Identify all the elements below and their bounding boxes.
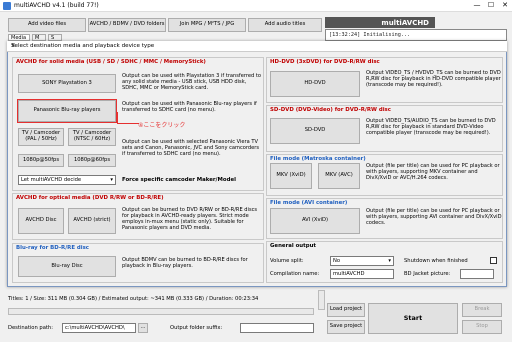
bluray-description: Output BDMV can be burned to BD-R/RE dis…	[122, 257, 248, 269]
volume-split-label: Volume split:	[270, 258, 304, 264]
ps3-description: Output can be used with Playstation 3 if…	[122, 73, 261, 91]
bd-jacket-input[interactable]	[460, 269, 494, 279]
avchd-optical-description: Output can be burned to DVD R/RW or BD-R…	[122, 207, 258, 231]
logo: multiAVCHD	[325, 17, 435, 28]
tab-media[interactable]: Media	[8, 34, 30, 41]
chevron-down-icon: ▾	[110, 177, 113, 183]
force-maker-label: Force specific camcoder Maker/Model	[122, 177, 236, 183]
chevron-down-icon: ▾	[388, 258, 391, 264]
avi-xvid-button[interactable]: AVI (XviD)	[270, 208, 360, 234]
avi-description: Output (file per title) can be used for …	[366, 208, 502, 226]
add-audio-titles-button[interactable]: Add audio titles	[248, 18, 322, 32]
destination-path-input[interactable]: c:\multiAVCHD\AVCHD\	[62, 323, 136, 333]
mkv-avc-button[interactable]: MKV (AVC)	[318, 163, 360, 189]
avchd-bdmv-dvd-folders-button[interactable]: AVCHD / BDMV / DVD folders	[88, 18, 166, 32]
panasonic-bluray-button[interactable]: Panasonic Blu-ray players	[17, 99, 117, 123]
output-folder-suffix-input[interactable]	[240, 323, 314, 333]
stop-button[interactable]: Stop	[462, 320, 502, 334]
tv-description: Output can be used with selected Panason…	[122, 139, 260, 157]
panasonic-description: Output can be used with Panasonic Blu-ra…	[122, 101, 257, 113]
break-button[interactable]: Break	[462, 303, 502, 317]
close-button[interactable]: ✕	[498, 1, 512, 9]
maker-select-value: Let multiAVCHD decide	[21, 177, 82, 183]
sddvd-title: SD-DVD (DVD-Video) for DVD-R/RW disc	[270, 107, 391, 113]
ps3-button[interactable]: SONY Playstation 3	[18, 74, 116, 93]
tv-ntsc-button[interactable]: TV / Camcoder (NTSC / 60Hz)	[68, 128, 116, 146]
destination-path-label: Destination path:	[8, 325, 53, 331]
hddvd-button[interactable]: HD-DVD	[270, 71, 360, 97]
avchd-optical-title: AVCHD for optical media (DVD R/RW or BD-…	[16, 195, 164, 201]
app-icon	[3, 2, 11, 10]
dialog-close-button[interactable]: ✕	[11, 43, 504, 49]
bluray-disc-button[interactable]: Blu-ray Disc	[18, 256, 116, 277]
avchd-solid-title: AVCHD for solid media (USB / SD / SDHC /…	[16, 59, 206, 65]
avi-title: File mode (AVI container)	[270, 200, 348, 206]
maker-select[interactable]: Let multiAVCHD decide ▾	[18, 175, 116, 185]
tab-s[interactable]: S	[48, 34, 62, 41]
output-folder-suffix-label: Output folder suffix:	[170, 325, 223, 331]
join-files-button[interactable]: Join MPG / M²TS / JPG	[168, 18, 246, 32]
tv-pal-button[interactable]: TV / Camcoder (PAL / 50Hz)	[18, 128, 64, 146]
start-button[interactable]: Start	[368, 303, 458, 334]
1080p60-button[interactable]: 1080p@60fps	[68, 154, 116, 167]
matroska-title: File mode (Matroska container)	[270, 156, 366, 162]
volume-split-value: No	[333, 258, 341, 264]
compilation-name-input[interactable]: multiAVCHD	[330, 269, 394, 279]
annotation-line	[117, 112, 139, 124]
annotation-click-here: ④ここをクリック	[138, 122, 186, 129]
volume-split-select[interactable]: No ▾	[330, 256, 394, 266]
mkv-xvid-button[interactable]: MKV (XviD)	[270, 163, 312, 189]
dialog-titlebar: Select destination media and playback de…	[7, 41, 507, 52]
save-project-button[interactable]: Save project	[327, 320, 365, 334]
avchd-disc-button[interactable]: AVCHD Disc	[18, 208, 64, 234]
sddvd-description: Output VIDEO_TS/AUDIO_TS can be burned t…	[366, 118, 496, 136]
1080p50-button[interactable]: 1080p@50fps	[18, 154, 64, 167]
log-panel: [13:32:24] Initialising...	[325, 29, 507, 41]
browse-button[interactable]: …	[138, 323, 148, 333]
status-line: Titles: 1 / Size: 311 MB (0.304 GB) / Es…	[8, 296, 259, 302]
add-video-files-button[interactable]: Add video files	[8, 18, 86, 32]
hddvd-description: Output VIDEO_TS / HVDVD_TS can be burned…	[366, 70, 501, 88]
matroska-description: Output (file per title) can be used for …	[366, 163, 500, 181]
hddvd-title: HD-DVD (3xDVD) for DVD-R/RW disc	[270, 59, 380, 65]
shutdown-label: Shutdown when finished	[404, 258, 468, 264]
window-titlebar: multiAVCHD v4.1 (build 77!) — ☐ ✕	[0, 0, 512, 12]
shutdown-checkbox[interactable]	[490, 257, 497, 264]
general-output-title: General output	[270, 243, 316, 249]
load-project-button[interactable]: Load project	[327, 303, 365, 317]
vertical-scrollbar[interactable]	[318, 290, 325, 310]
minimize-button[interactable]: —	[470, 1, 484, 9]
sddvd-button[interactable]: SD-DVD	[270, 118, 360, 144]
avchd-strict-button[interactable]: AVCHD (strict)	[68, 208, 116, 234]
maximize-button[interactable]: ☐	[484, 1, 498, 9]
compilation-name-label: Compilation name:	[270, 271, 320, 277]
bluray-title: Blu-ray for BD-R/RE disc	[16, 245, 89, 251]
bd-jacket-label: BD Jacket picture:	[404, 271, 451, 277]
window-title: multiAVCHD v4.1 (build 77!)	[14, 2, 99, 9]
tab-m[interactable]: M	[32, 34, 46, 41]
horizontal-scrollbar[interactable]	[8, 308, 314, 315]
